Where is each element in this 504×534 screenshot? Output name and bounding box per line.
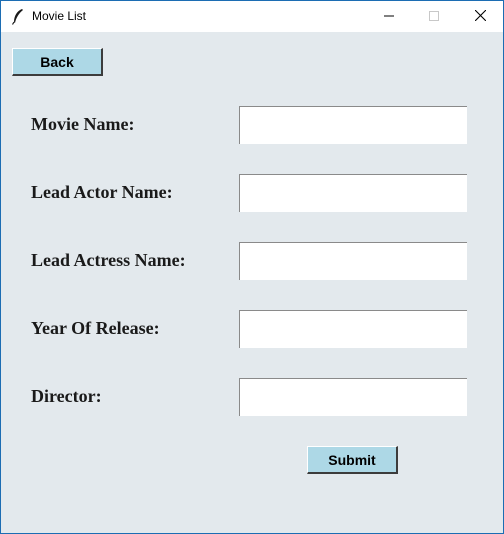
year-of-release-label: Year Of Release:: [31, 318, 160, 338]
movie-name-label: Movie Name:: [31, 114, 135, 134]
director-label: Director:: [31, 386, 102, 406]
maximize-button[interactable]: [411, 1, 457, 32]
lead-actress-name-input[interactable]: [239, 242, 467, 280]
movie-name-input[interactable]: [239, 106, 467, 144]
feather-icon: [11, 8, 25, 25]
title-bar[interactable]: Movie List: [1, 1, 503, 32]
year-of-release-input[interactable]: [239, 310, 467, 348]
minimize-icon: [384, 8, 394, 26]
lead-actor-name-input[interactable]: [239, 174, 467, 212]
window-title: Movie List: [32, 9, 87, 23]
back-button[interactable]: Back: [12, 48, 103, 76]
maximize-icon: [429, 8, 439, 26]
lead-actor-name-label: Lead Actor Name:: [31, 182, 173, 202]
movie-list-window: Movie List Back Movie Name: Lead Actor N…: [0, 0, 504, 534]
close-icon: [474, 8, 486, 26]
director-input[interactable]: [239, 378, 467, 416]
minimize-button[interactable]: [366, 1, 412, 32]
close-button[interactable]: [457, 1, 503, 32]
lead-actress-name-label: Lead Actress Name:: [31, 250, 186, 270]
submit-button[interactable]: Submit: [307, 446, 398, 474]
